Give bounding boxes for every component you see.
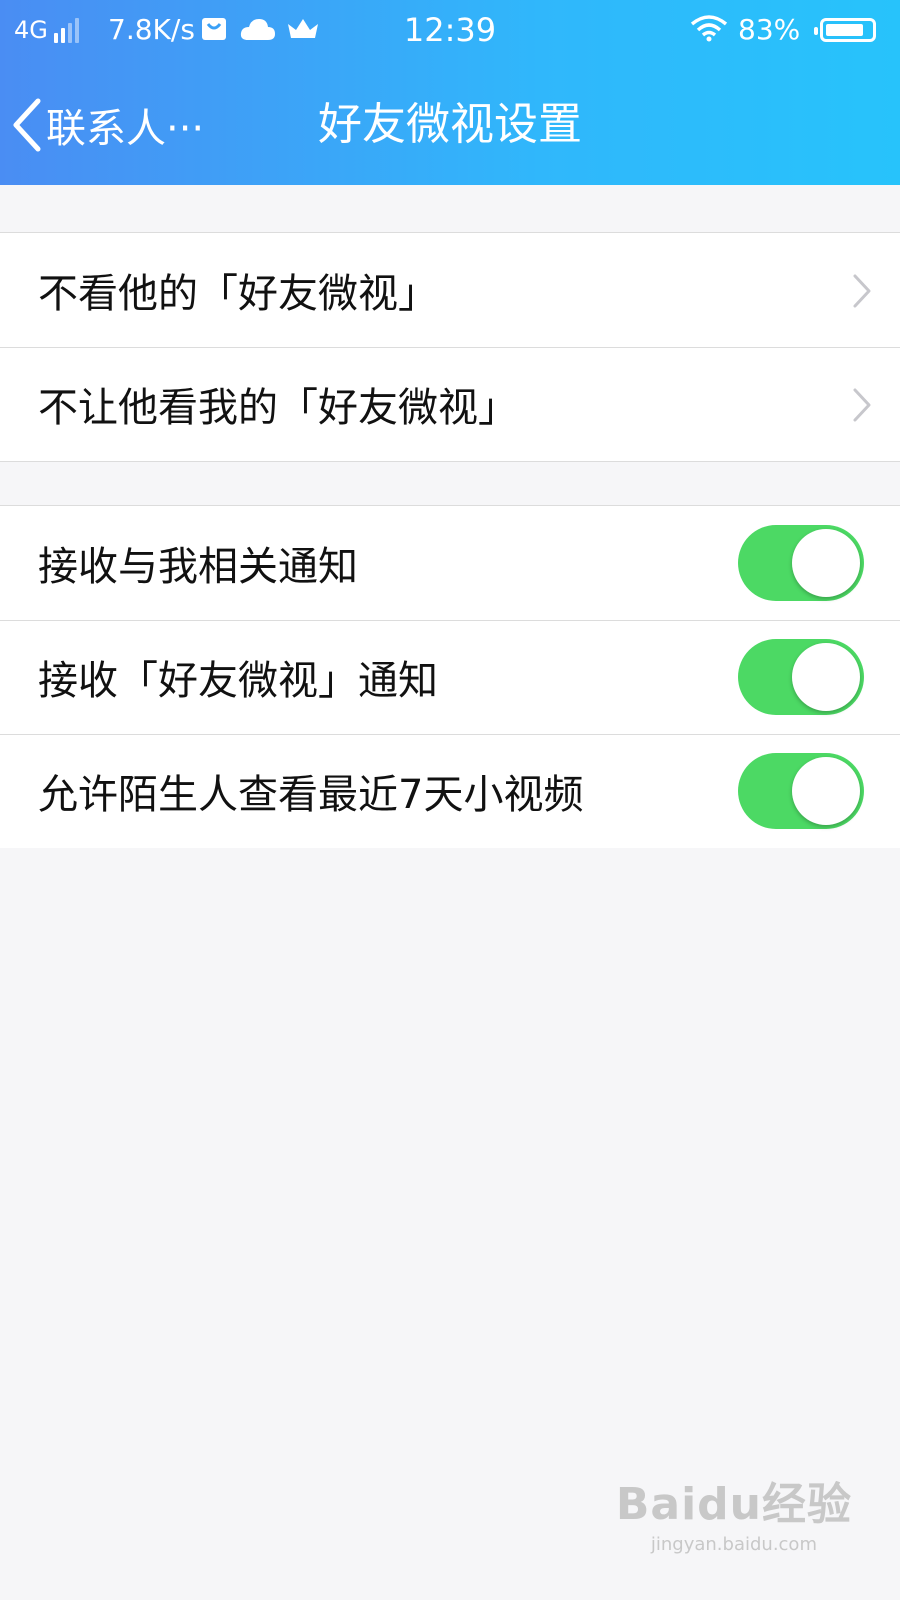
notification-settings-group: 接收与我相关通知 接收「好友微视」通知 允许陌生人查看最近7天小视频 xyxy=(0,505,900,848)
watermark: Baidu经验 jingyan.baidu.com xyxy=(616,1468,852,1555)
related-notifications-toggle[interactable] xyxy=(738,525,864,601)
list-item-related-notifications: 接收与我相关通知 xyxy=(0,506,900,620)
row-label: 接收「好友微视」通知 xyxy=(38,658,438,704)
watermark-logo: Baidu经验 xyxy=(615,1479,852,1530)
navigation-bar: 联系人··· 好友微视设置 xyxy=(0,70,900,180)
toggle-knob xyxy=(792,643,860,711)
row-label: 不让他看我的「好友微视」 xyxy=(38,385,518,431)
battery-percent: 83% xyxy=(738,13,801,46)
list-item-hide-his-videos[interactable]: 不看他的「好友微视」 xyxy=(0,233,900,347)
chevron-right-icon xyxy=(853,274,871,308)
video-notifications-toggle[interactable] xyxy=(738,639,864,715)
row-label: 允许陌生人查看最近7天小视频 xyxy=(38,772,584,818)
status-bar: 4G 7.8K/s 12:39 83% xyxy=(0,0,900,62)
row-label: 接收与我相关通知 xyxy=(38,544,358,590)
toggle-knob xyxy=(792,757,860,825)
list-item-stranger-access: 允许陌生人查看最近7天小视频 xyxy=(0,734,900,848)
chevron-right-icon xyxy=(853,388,871,422)
app-header: 4G 7.8K/s 12:39 83% 联系人··· 好友微视设置 xyxy=(0,0,900,185)
privacy-settings-group: 不看他的「好友微视」 不让他看我的「好友微视」 xyxy=(0,232,900,462)
row-label: 不看他的「好友微视」 xyxy=(38,271,438,317)
wifi-icon xyxy=(690,14,728,42)
battery-icon xyxy=(812,18,876,42)
toggle-knob xyxy=(792,529,860,597)
page-title: 好友微视设置 xyxy=(318,99,582,150)
watermark-url: jingyan.baidu.com xyxy=(650,1534,817,1555)
stranger-access-toggle[interactable] xyxy=(738,753,864,829)
list-item-hide-my-videos[interactable]: 不让他看我的「好友微视」 xyxy=(0,347,900,461)
list-item-video-notifications: 接收「好友微视」通知 xyxy=(0,620,900,734)
